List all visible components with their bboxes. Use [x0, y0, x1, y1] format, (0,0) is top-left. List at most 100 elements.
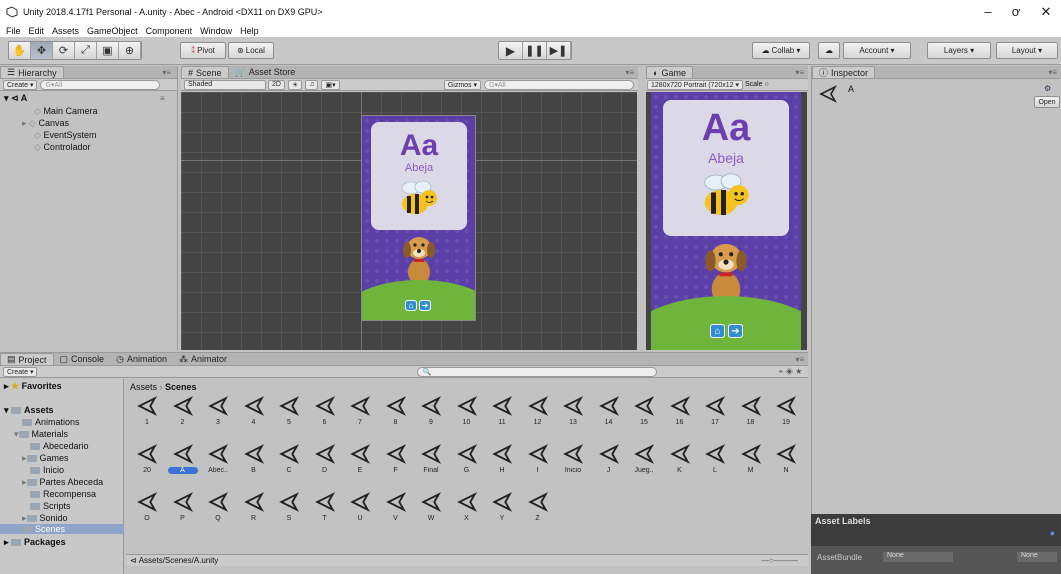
scene-asset-item[interactable]: 18: [734, 395, 768, 429]
favorites-item[interactable]: ▸ ★ Favorites: [4, 381, 62, 392]
expand-arrow-icon[interactable]: ▸: [22, 453, 27, 463]
local-toggle[interactable]: ⊛ Local: [228, 42, 274, 59]
scene-asset-item[interactable]: E: [343, 443, 377, 477]
folder-item-scripts[interactable]: Scripts: [30, 501, 71, 511]
scene-asset-item[interactable]: T: [308, 491, 342, 525]
minimize-button[interactable]: –: [978, 4, 998, 19]
tab-inspector[interactable]: ⓘ Inspector: [812, 66, 876, 78]
audio-toggle-icon[interactable]: ♫: [305, 79, 319, 90]
scene-asset-item[interactable]: 10: [450, 395, 484, 429]
play-button-icon[interactable]: ▶: [499, 42, 523, 59]
menu-help[interactable]: Help: [240, 26, 259, 36]
rotate-tool-icon[interactable]: ⟳: [53, 42, 75, 59]
scene-asset-item[interactable]: L: [698, 443, 732, 477]
game-viewport[interactable]: Aa Abeja ⌂ ➔: [646, 92, 807, 350]
menu-gameobject[interactable]: GameObject: [87, 26, 138, 36]
scene-asset-item[interactable]: P: [166, 491, 200, 525]
project-search-input[interactable]: 🔍: [417, 366, 658, 377]
hierarchy-item-canvas[interactable]: ▸ ◇ Canvas: [22, 118, 69, 129]
close-button[interactable]: ✕: [1036, 4, 1056, 20]
scene-asset-item[interactable]: M: [734, 443, 768, 477]
hierarchy-item-eventsystem[interactable]: ◇ EventSystem: [34, 130, 96, 141]
scene-asset-item[interactable]: 13: [556, 395, 590, 429]
lighting-toggle-icon[interactable]: ☀: [287, 79, 303, 90]
expand-arrow-icon[interactable]: ▸: [4, 381, 9, 391]
expand-arrow-icon[interactable]: ▸: [22, 477, 27, 487]
tab-scene[interactable]: # Scene: [181, 66, 229, 78]
hand-tool-icon[interactable]: ✋: [9, 42, 31, 59]
hierarchy-create-dropdown[interactable]: Create ▾: [3, 79, 38, 90]
folder-item-materials[interactable]: ▾ Materials: [14, 429, 68, 440]
layout-dropdown[interactable]: Layout ▾: [996, 42, 1058, 59]
folder-item-abecedario[interactable]: Abecedario: [30, 441, 89, 451]
menu-assets[interactable]: Assets: [52, 26, 79, 36]
tab-asset-store[interactable]: 🛒 Asset Store: [229, 66, 302, 78]
folder-item-animations[interactable]: Animations: [22, 417, 80, 427]
folder-item-partes-abeceda[interactable]: ▸ Partes Abeceda: [22, 477, 103, 488]
scene-asset-item[interactable]: O: [130, 491, 164, 525]
expand-arrow-icon[interactable]: ▾: [4, 405, 9, 415]
folder-item-recompensa[interactable]: Recompensa: [30, 489, 96, 499]
scene-asset-item[interactable]: Z: [521, 491, 555, 525]
scene-asset-item[interactable]: 9: [414, 395, 448, 429]
scene-asset-item[interactable]: Jueg..: [627, 443, 661, 477]
cloud-button[interactable]: ☁: [818, 42, 840, 59]
scene-asset-item[interactable]: 7: [343, 395, 377, 429]
tab-animation[interactable]: ◷ Animation: [110, 353, 173, 365]
scene-asset-item[interactable]: 2: [166, 395, 200, 429]
panel-menu-icon[interactable]: ▾≡: [162, 68, 171, 77]
effects-dropdown-icon[interactable]: ▣▾: [321, 79, 340, 90]
account-dropdown[interactable]: Account ▾: [843, 42, 911, 59]
open-button[interactable]: Open: [1034, 96, 1060, 108]
scene-asset-item[interactable]: C: [272, 443, 306, 477]
settings-icon[interactable]: ⚙: [1044, 84, 1051, 93]
menu-window[interactable]: Window: [200, 26, 232, 36]
expand-arrow-icon[interactable]: ▾: [4, 93, 9, 103]
hierarchy-search-input[interactable]: G▾All: [40, 79, 161, 90]
tab-project[interactable]: ▤ Project: [0, 353, 54, 365]
tab-hierarchy[interactable]: ☰ Hierarchy: [0, 66, 64, 78]
rect-tool-icon[interactable]: ▣: [97, 42, 119, 59]
scene-asset-item[interactable]: B: [237, 443, 271, 477]
hierarchy-item-main-camera[interactable]: ◇ Main Camera: [34, 106, 97, 117]
tab-game[interactable]: ◐ Game: [646, 66, 693, 78]
collab-dropdown[interactable]: ☁ Collab ▾: [752, 42, 810, 59]
scene-asset-item[interactable]: S: [272, 491, 306, 525]
expand-arrow-icon[interactable]: ▾: [14, 429, 19, 439]
panel-menu-icon[interactable]: ▾≡: [795, 68, 804, 77]
folder-item-scenes[interactable]: Scenes: [0, 524, 124, 534]
scene-asset-item[interactable]: Inicio: [556, 443, 590, 477]
next-arrow-icon[interactable]: ➔: [419, 300, 431, 311]
menu-edit[interactable]: Edit: [29, 26, 45, 36]
assets-item[interactable]: ▾ Assets: [4, 405, 54, 416]
scene-asset-item[interactable]: 19: [769, 395, 803, 429]
panel-menu-icon[interactable]: ▾≡: [1048, 68, 1057, 77]
menu-component[interactable]: Component: [146, 26, 193, 36]
home-icon[interactable]: ⌂: [405, 300, 417, 311]
filter-icons[interactable]: ⌖ ◈ ★: [779, 367, 802, 377]
expand-arrow-icon[interactable]: ▸: [22, 118, 27, 128]
scale-slider-icon[interactable]: ○: [764, 81, 768, 88]
next-arrow-icon[interactable]: ➔: [728, 324, 743, 338]
step-button-icon[interactable]: ▶❚: [547, 42, 571, 59]
layers-dropdown[interactable]: Layers ▾: [927, 42, 991, 59]
resolution-dropdown[interactable]: 1280x720 Portrait (720x12 ▾: [647, 79, 743, 90]
scene-asset-item[interactable]: 3: [201, 395, 235, 429]
scene-root-item[interactable]: ▾ ⊲ A: [4, 93, 27, 104]
transform-tool-icon[interactable]: ⊕: [119, 42, 141, 59]
folder-item-games[interactable]: ▸ Games: [22, 453, 69, 464]
scene-asset-item[interactable]: N: [769, 443, 803, 477]
scene-asset-item[interactable]: V: [379, 491, 413, 525]
panel-menu-icon[interactable]: ▾≡: [795, 355, 804, 364]
scene-asset-item[interactable]: J: [592, 443, 626, 477]
scene-asset-item[interactable]: 4: [237, 395, 271, 429]
scene-asset-item[interactable]: Final: [414, 443, 448, 477]
scene-asset-item[interactable]: 17: [698, 395, 732, 429]
scene-asset-item[interactable]: 15: [627, 395, 661, 429]
maximize-button[interactable]: ơ: [1006, 4, 1026, 19]
scene-asset-item[interactable]: I: [521, 443, 555, 477]
panel-menu-icon[interactable]: ▾≡: [625, 68, 634, 77]
folder-item-sonido[interactable]: ▸ Sonido: [22, 513, 68, 524]
expand-arrow-icon[interactable]: ▸: [22, 513, 27, 523]
scene-asset-item[interactable]: 8: [379, 395, 413, 429]
